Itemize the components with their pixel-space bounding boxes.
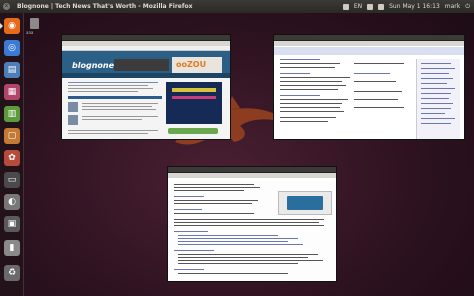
firefox-icon[interactable]: ◉: [4, 18, 20, 34]
top-panel: x Blognone | Tech News That's Worth - Mo…: [0, 0, 474, 13]
tab-strip: [274, 41, 464, 46]
network-icon[interactable]: [367, 3, 374, 10]
user-menu[interactable]: mark: [445, 0, 460, 13]
window-thumbnail-wiki[interactable]: [167, 166, 337, 282]
site-banner: blognone ooZOU: [62, 51, 230, 75]
desktop-file-icon[interactable]: [30, 18, 39, 29]
chromium-icon[interactable]: ◎: [4, 40, 20, 56]
window-title: Blognone | Tech News That's Worth - Mozi…: [17, 3, 193, 10]
spreadsheet-icon[interactable]: ▥: [4, 106, 20, 122]
close-window-icon[interactable]: x: [3, 3, 10, 10]
document-icon[interactable]: ▤: [4, 62, 20, 78]
window-thumbnail-blognone[interactable]: blognone ooZOU: [61, 34, 231, 140]
running-indicator-icon: [0, 23, 3, 29]
launcher: ◉ ◎ ▤ ▦ ▥ ▢ ✿ ▭ ◐ ▣ ▮ ♻: [0, 13, 24, 296]
terminal-icon[interactable]: ▭: [4, 172, 20, 188]
ad-text: ooZOU: [176, 60, 207, 69]
presentation-icon[interactable]: ▦: [4, 84, 20, 100]
workspace-switcher-icon[interactable]: ▣: [4, 216, 20, 232]
wiki-image: [278, 191, 332, 215]
trash-icon[interactable]: ♻: [4, 265, 20, 281]
clock[interactable]: Sun May 1 16:13: [389, 0, 440, 13]
tab-strip: [168, 173, 336, 178]
system-tray: EN Sun May 1 16:13 mark ⏻: [342, 0, 470, 13]
banner-ad-dark: [114, 59, 169, 71]
site-content: [62, 78, 230, 139]
power-icon[interactable]: ⏻: [465, 0, 470, 13]
keyboard-indicator[interactable]: EN: [354, 0, 362, 13]
settings-icon[interactable]: ◐: [4, 194, 20, 210]
mail-icon[interactable]: [342, 3, 349, 10]
wiki-content: [168, 181, 336, 281]
volume-icon[interactable]: [378, 3, 385, 10]
side-navigation: [416, 59, 460, 139]
desktop-file-label: aaa: [26, 30, 34, 35]
disk-icon[interactable]: ▮: [4, 240, 20, 256]
blognone-logo: blognone: [72, 61, 115, 70]
window-thumbnail-docs[interactable]: [273, 34, 465, 140]
page-header: [274, 47, 464, 55]
sidebar-button: [168, 128, 218, 134]
files-icon[interactable]: ▢: [4, 128, 20, 144]
software-center-icon[interactable]: ✿: [4, 150, 20, 166]
